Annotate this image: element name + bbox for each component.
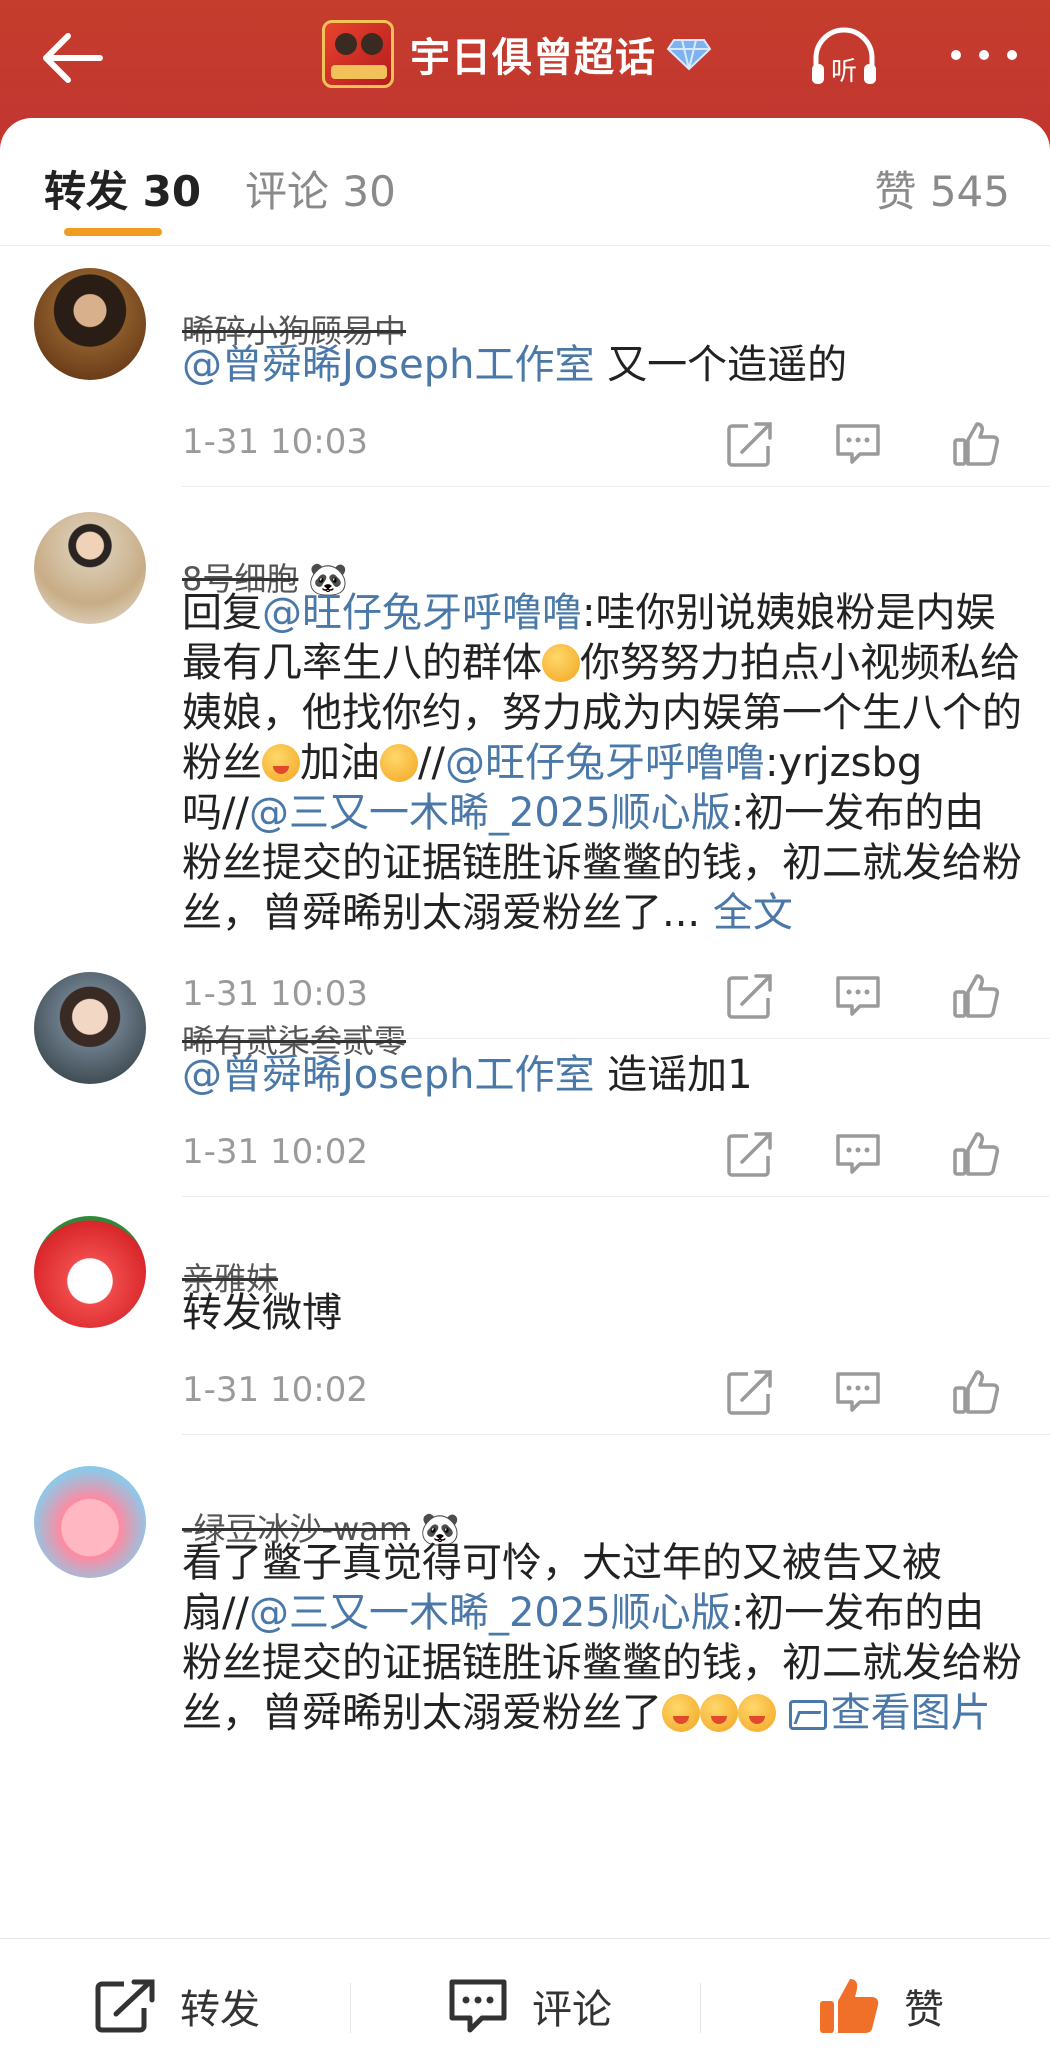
tab-likes[interactable]: 赞 545	[874, 158, 1010, 219]
kiss-emoji	[738, 1694, 776, 1732]
comment-icon	[449, 1979, 507, 2033]
text-segment: 造谣加1	[594, 1052, 753, 1098]
timestamp: 1-31 10:02	[182, 1132, 368, 1172]
like-icon[interactable]	[952, 972, 1000, 1020]
image-icon[interactable]	[788, 1700, 827, 1730]
active-tab-indicator	[64, 228, 162, 236]
item-divider	[182, 486, 1050, 487]
avatar[interactable]	[34, 972, 146, 1084]
avatar[interactable]	[34, 1466, 146, 1578]
kiss-emoji	[262, 744, 300, 782]
bottom-comment-button[interactable]: 评论	[446, 1975, 612, 2037]
repost-text: 看了鳖子真觉得可怜，大过年的又被告又被扇//@三又一木晞_2025顺心版:初一发…	[182, 1538, 1022, 1738]
comment-icon[interactable]	[834, 1130, 882, 1178]
bottom-separator	[700, 1983, 701, 2033]
user-mention-link[interactable]: @三又一木晞_2025顺心版	[249, 1590, 731, 1636]
tongue-emoji	[380, 744, 418, 782]
listen-headphone-icon[interactable]: 听	[806, 22, 882, 92]
tab-bar: 转发 30 评论 30 赞 545	[0, 118, 1050, 246]
diamond-badge-icon	[666, 39, 712, 71]
text-segment: 回复	[182, 590, 262, 636]
kiss-emoji	[700, 1694, 738, 1732]
page-title: 宇日俱曾超话	[410, 35, 656, 81]
comment-icon[interactable]	[834, 972, 882, 1020]
tab-repost[interactable]: 转发 30	[44, 158, 201, 219]
repost-icon[interactable]	[726, 972, 774, 1020]
user-mention-link[interactable]: @曾舜晞Joseph工作室	[182, 1052, 594, 1098]
more-dots-icon[interactable]	[944, 40, 1024, 70]
repost-icon[interactable]	[726, 1130, 774, 1178]
item-divider	[182, 1196, 1050, 1197]
view-image-link[interactable]: 查看图片	[831, 1690, 991, 1736]
like-icon	[820, 1979, 879, 2033]
bottom-like-label: 赞	[904, 1987, 944, 2033]
repost-icon[interactable]	[726, 1368, 774, 1416]
bottom-repost-button[interactable]: 转发	[94, 1975, 260, 2037]
comment-icon[interactable]	[834, 420, 882, 468]
top-header: 宇日俱曾超话 听	[0, 0, 1050, 130]
bottom-separator	[350, 1983, 351, 2033]
text-segment: //	[418, 740, 445, 786]
like-icon[interactable]	[952, 1130, 1000, 1178]
content-panel: 转发 30 评论 30 赞 545 晞碎小狗顾易中 @曾舜晞Joseph工作室 又…	[0, 118, 1050, 2072]
bottom-repost-label: 转发	[180, 1987, 260, 2033]
avatar[interactable]	[34, 512, 146, 624]
user-mention-link[interactable]: @旺仔兔牙呼噜噜	[262, 590, 582, 636]
user-mention-link[interactable]: @旺仔兔牙呼噜噜	[445, 740, 765, 786]
back-arrow-icon[interactable]	[38, 28, 108, 88]
repost-text: @曾舜晞Joseph工作室 又一个造遥的	[182, 340, 1022, 390]
kiss-emoji	[662, 1694, 700, 1732]
timestamp: 1-31 10:03	[182, 974, 368, 1014]
item-divider	[182, 1434, 1050, 1435]
read-more-link[interactable]: 全文	[713, 890, 793, 936]
listen-label: 听	[831, 57, 857, 87]
repost-text: 转发微博	[182, 1288, 1022, 1338]
text-segment: 加油	[300, 740, 380, 786]
repost-text: 回复@旺仔兔牙呼噜噜:哇你别说姨娘粉是内娱最有几率生八的群体 你努努力拍点小视频私…	[182, 588, 1022, 938]
topic-title-group[interactable]: 宇日俱曾超话	[322, 18, 712, 90]
text-segment	[776, 1690, 789, 1736]
text-segment: 转发微博	[182, 1290, 342, 1336]
avatar[interactable]	[34, 268, 146, 380]
tab-comment[interactable]: 评论 30	[245, 158, 396, 219]
comment-icon[interactable]	[834, 1368, 882, 1416]
bottom-action-bar: 转发 评论 赞	[0, 1938, 1050, 2072]
user-mention-link[interactable]: @曾舜晞Joseph工作室	[182, 342, 594, 388]
like-icon[interactable]	[952, 1368, 1000, 1416]
bottom-like-button[interactable]: 赞	[816, 1975, 944, 2037]
thinking-emoji	[542, 644, 580, 682]
like-icon[interactable]	[952, 420, 1000, 468]
bottom-comment-label: 评论	[532, 1987, 612, 2033]
repost-text: @曾舜晞Joseph工作室 造谣加1	[182, 1050, 1022, 1100]
timestamp: 1-31 10:03	[182, 422, 368, 462]
text-segment: 又一个造遥的	[594, 342, 848, 388]
user-mention-link[interactable]: @三又一木晞_2025顺心版	[249, 790, 731, 836]
timestamp: 1-31 10:02	[182, 1370, 368, 1410]
avatar[interactable]	[34, 1216, 146, 1328]
repost-icon[interactable]	[726, 420, 774, 468]
repost-icon	[95, 1979, 155, 2033]
topic-avatar	[322, 20, 394, 88]
